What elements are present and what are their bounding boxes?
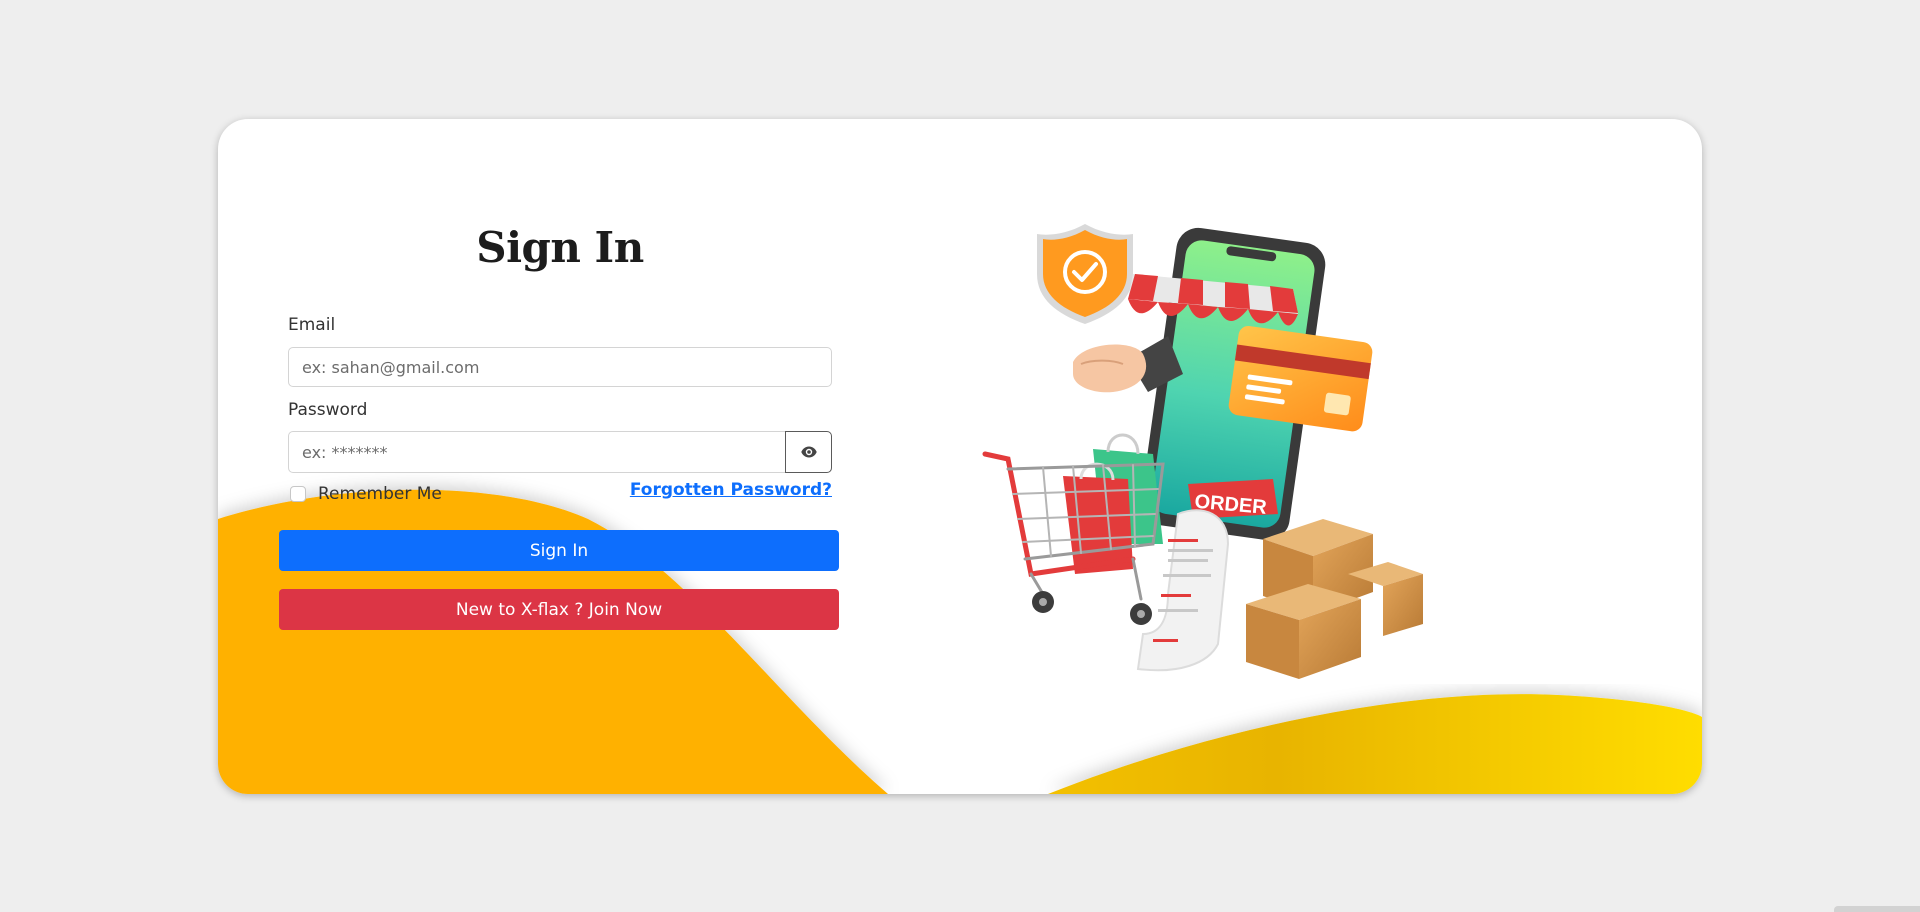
password-field[interactable] bbox=[288, 431, 786, 473]
cardboard-boxes bbox=[1246, 519, 1423, 679]
yellow-wave bbox=[1048, 694, 1702, 794]
remember-me-checkbox[interactable] bbox=[290, 486, 306, 502]
toggle-password-button[interactable] bbox=[785, 431, 832, 473]
remember-me-label: Remember Me bbox=[318, 484, 442, 504]
page-title: Sign In bbox=[476, 223, 644, 272]
eye-icon bbox=[800, 446, 817, 458]
sign-in-button[interactable]: Sign In bbox=[279, 530, 839, 571]
scrollbar[interactable] bbox=[1834, 906, 1920, 912]
credit-card bbox=[1228, 325, 1373, 432]
email-field[interactable] bbox=[288, 347, 832, 387]
email-label: Email bbox=[288, 315, 336, 335]
shield-check-icon bbox=[1037, 224, 1133, 324]
remember-me: Remember Me bbox=[290, 484, 442, 504]
password-group bbox=[288, 431, 832, 473]
cart-wheel bbox=[1137, 610, 1145, 618]
login-card: Sign In Email Password Remember Me Forgo… bbox=[218, 119, 1702, 794]
shopping-illustration: ORDER bbox=[982, 224, 1423, 679]
cart-wheel bbox=[1039, 598, 1047, 606]
join-now-button[interactable]: New to X-flax ? Join Now bbox=[279, 589, 839, 630]
sign-in-form: Sign In Email Password Remember Me Forgo… bbox=[279, 119, 839, 794]
forgot-password-link[interactable]: Forgotten Password? bbox=[630, 480, 832, 500]
password-label: Password bbox=[288, 400, 368, 420]
